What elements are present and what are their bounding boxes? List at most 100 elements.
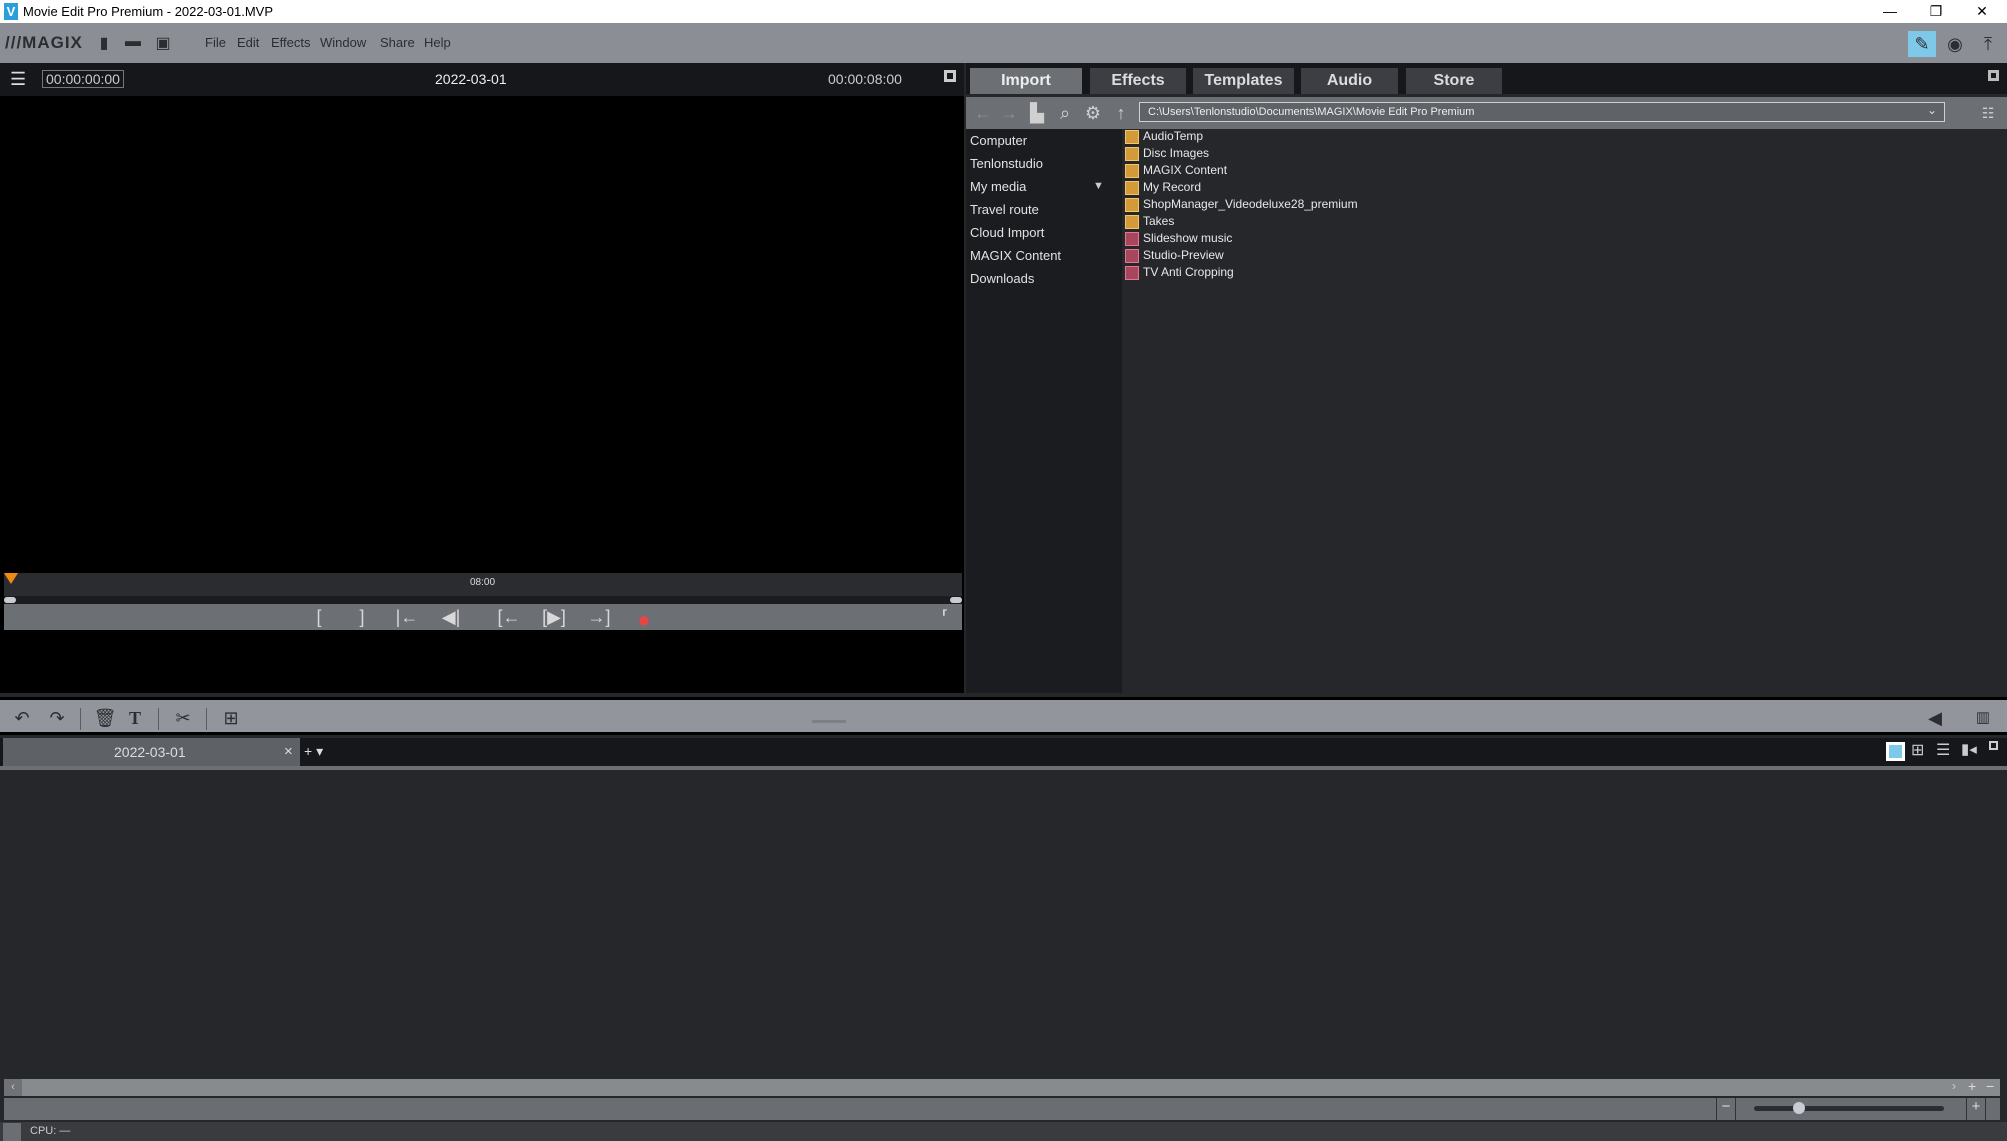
- zoom-in-button[interactable]: +: [1966, 1098, 1986, 1120]
- previous-frame-button[interactable]: ◀|: [436, 607, 466, 628]
- preview-ruler[interactable]: 08:00: [4, 573, 962, 596]
- playhead-marker[interactable]: [4, 573, 18, 584]
- seek-start-handle[interactable]: [4, 597, 16, 603]
- file-name: Takes: [1143, 214, 1175, 228]
- restore-button[interactable]: ❐: [1913, 0, 1959, 23]
- sidebar-item-downloads[interactable]: Downloads: [970, 271, 1034, 286]
- current-timecode[interactable]: 00:00:00:00: [42, 70, 124, 88]
- seek-end-handle[interactable]: [950, 597, 962, 603]
- cpu-status: CPU: —: [30, 1125, 71, 1137]
- storyboard-view-icon[interactable]: [1886, 742, 1905, 761]
- file-list-item[interactable]: ShopManager_Videodeluxe28_premium: [1125, 197, 1525, 214]
- add-project-button[interactable]: + ▾: [304, 743, 323, 760]
- zoom-slider-knob[interactable]: [1793, 1102, 1806, 1114]
- scroll-left-icon[interactable]: ‹: [4, 1079, 22, 1096]
- scroll-right-icon[interactable]: ›: [1952, 1079, 1956, 1093]
- tab-effects[interactable]: Effects: [1090, 68, 1186, 94]
- forward-arrow-icon[interactable]: →: [997, 100, 1021, 126]
- next-marker-button[interactable]: →]: [584, 607, 614, 628]
- back-arrow-icon[interactable]: ←: [971, 100, 995, 126]
- file-list-item[interactable]: Takes: [1125, 214, 1525, 231]
- multicam-view-icon[interactable]: ▮◂: [1961, 740, 1977, 758]
- list-view-icon[interactable]: ☷: [1976, 100, 2000, 126]
- sidebar-item-cloud-import[interactable]: Cloud Import: [970, 225, 1044, 240]
- gear-icon[interactable]: ⚙: [1081, 100, 1105, 126]
- tab-audio[interactable]: Audio: [1301, 68, 1398, 94]
- zoom-slider[interactable]: [1754, 1102, 1944, 1114]
- maximize-timeline-icon[interactable]: [1989, 741, 1998, 750]
- edit-mode-icon[interactable]: ✎: [1908, 31, 1936, 57]
- sidebar-item-computer[interactable]: Computer: [970, 133, 1027, 148]
- menu-share[interactable]: Share: [380, 35, 415, 50]
- tab-store[interactable]: Store: [1406, 68, 1502, 94]
- timeline-view-icon[interactable]: ☰: [1936, 740, 1950, 760]
- track-zoom-in-icon[interactable]: +: [1968, 1078, 1976, 1094]
- path-dropdown-icon[interactable]: ⌄: [1927, 103, 1937, 117]
- file-list-item[interactable]: AudioTemp: [1125, 129, 1525, 146]
- project-tab[interactable]: 2022-03-01 ×: [3, 738, 300, 766]
- file-list-item[interactable]: My Record: [1125, 180, 1525, 197]
- divider: [80, 708, 81, 730]
- folder-link-icon: [1125, 266, 1139, 280]
- folder-tree-icon[interactable]: ▙: [1025, 100, 1049, 126]
- disc-burn-icon[interactable]: ◉: [1941, 31, 1969, 57]
- up-folder-icon[interactable]: ↑: [1109, 100, 1133, 126]
- file-list-item[interactable]: Disc Images: [1125, 146, 1525, 163]
- overview-view-icon[interactable]: ⊞: [1911, 740, 1924, 760]
- mixer-icon[interactable]: ▥: [1970, 706, 1996, 730]
- sidebar-item-my-media[interactable]: My media: [970, 179, 1026, 194]
- tab-import[interactable]: Import: [970, 68, 1082, 94]
- menu-effects[interactable]: Effects: [271, 35, 311, 50]
- edit-toolbar: [0, 697, 2007, 735]
- record-button[interactable]: ●: [629, 607, 659, 633]
- divider: [158, 708, 159, 730]
- search-icon[interactable]: ⌕: [1053, 100, 1077, 126]
- close-button[interactable]: ✕: [1959, 0, 2005, 23]
- maximize-media-icon[interactable]: [1988, 70, 1999, 81]
- horizontal-scrollbar[interactable]: ‹ › + −: [4, 1078, 2000, 1096]
- folder-link-icon: [1125, 232, 1139, 246]
- play-button[interactable]: [▶]: [539, 607, 569, 628]
- menu-file[interactable]: File: [205, 35, 226, 50]
- fullscreen-icon[interactable]: ⸢: [930, 607, 960, 628]
- undo-icon[interactable]: ↶: [9, 706, 35, 730]
- previous-marker-button[interactable]: [←: [494, 607, 524, 628]
- hamburger-menu-icon[interactable]: ☰: [10, 69, 26, 90]
- splitter-handle[interactable]: [812, 720, 846, 723]
- file-list-item[interactable]: TV Anti Cropping: [1125, 265, 1525, 282]
- tab-templates[interactable]: Templates: [1193, 68, 1294, 94]
- seek-bar[interactable]: [4, 596, 962, 604]
- file-list-item[interactable]: Slideshow music: [1125, 231, 1525, 248]
- file-list-item[interactable]: MAGIX Content: [1125, 163, 1525, 180]
- mark-out-button[interactable]: ]: [347, 607, 377, 628]
- menu-window[interactable]: Window: [320, 35, 366, 50]
- minimize-button[interactable]: —: [1867, 0, 1913, 23]
- sidebar-item-travel-route[interactable]: Travel route: [970, 202, 1039, 217]
- menu-help[interactable]: Help: [424, 35, 451, 50]
- menu-edit[interactable]: Edit: [237, 35, 259, 50]
- track-zoom-out-icon[interactable]: −: [1986, 1078, 1994, 1094]
- title-text-icon[interactable]: T: [122, 706, 148, 730]
- sidebar-item-tenlonstudio[interactable]: Tenlonstudio: [970, 156, 1043, 171]
- close-tab-icon[interactable]: ×: [284, 743, 293, 760]
- insert-mode-icon[interactable]: ⊞: [218, 706, 244, 730]
- go-to-start-button[interactable]: |←: [392, 607, 422, 628]
- new-file-icon[interactable]: ▮: [95, 33, 113, 53]
- timeline-area[interactable]: [0, 766, 2007, 1080]
- chevron-down-icon[interactable]: ▼: [1093, 180, 1104, 192]
- file-list-item[interactable]: Studio-Preview: [1125, 248, 1525, 265]
- redo-icon[interactable]: ↷: [44, 706, 70, 730]
- volume-icon[interactable]: ◀: [1922, 706, 1948, 730]
- divider: [206, 708, 207, 730]
- maximize-preview-icon[interactable]: [944, 70, 956, 82]
- open-folder-icon[interactable]: ▬: [124, 33, 142, 53]
- delete-icon[interactable]: 🗑: [92, 706, 118, 730]
- scissors-icon[interactable]: ✂: [170, 706, 196, 730]
- upload-icon[interactable]: ⤒: [1974, 31, 2002, 57]
- sidebar-item-magix-content[interactable]: MAGIX Content: [970, 248, 1061, 263]
- path-input[interactable]: C:\Users\Tenlonstudio\Documents\MAGIX\Mo…: [1139, 102, 1945, 122]
- save-icon[interactable]: ▣: [154, 33, 172, 53]
- status-grid-icon[interactable]: [3, 1123, 21, 1141]
- zoom-out-button[interactable]: −: [1716, 1098, 1736, 1120]
- mark-in-button[interactable]: [: [304, 607, 334, 628]
